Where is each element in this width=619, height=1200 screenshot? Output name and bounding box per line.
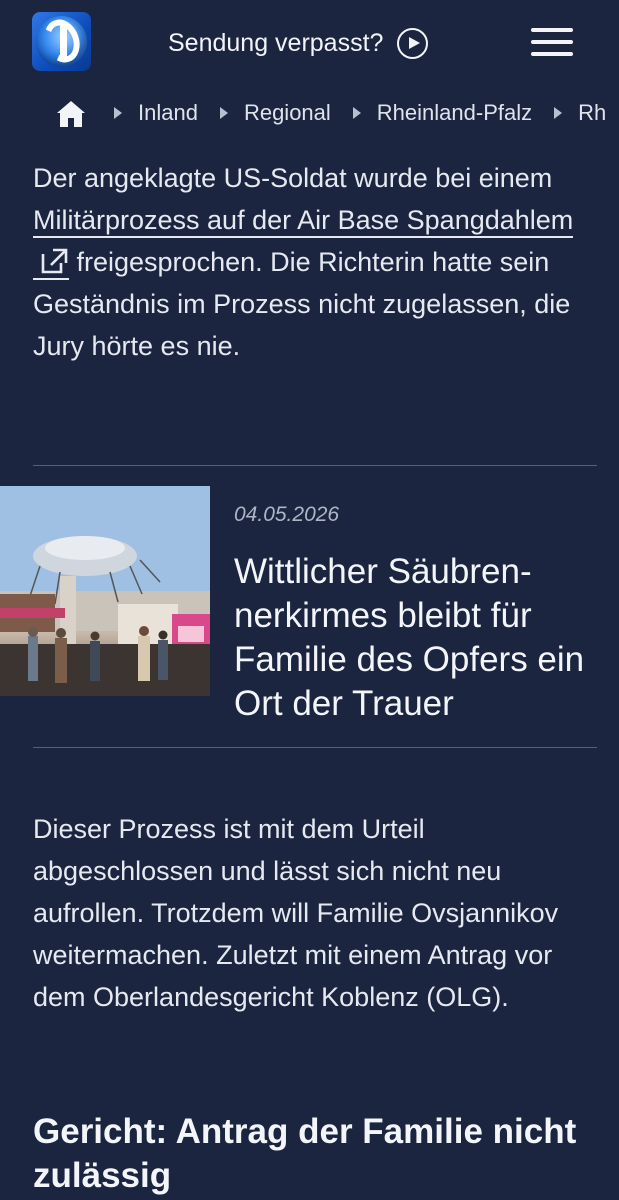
home-icon[interactable] bbox=[55, 98, 87, 130]
breadcrumb-item-regional[interactable]: Regional bbox=[219, 100, 331, 126]
article-paragraph: Der angeklagte US-Soldat wurde bei einem… bbox=[33, 157, 597, 367]
breadcrumb-label: Inland bbox=[138, 100, 198, 125]
chevron-right-icon bbox=[219, 107, 228, 119]
paragraph-text: freigesprochen. Die Richterin hatte sein… bbox=[33, 247, 571, 361]
fairground-ride-image bbox=[0, 486, 210, 696]
chevron-right-icon bbox=[554, 107, 563, 119]
breadcrumb-label: Rheinland-Pfalz bbox=[376, 100, 533, 125]
sendung-verpasst-label: Sendung verpasst? bbox=[168, 28, 384, 57]
divider bbox=[33, 747, 597, 748]
divider bbox=[33, 465, 597, 466]
fairground-illustration bbox=[0, 486, 210, 696]
article-paragraph: Dieser Prozess ist mit dem Urteil abgesc… bbox=[33, 814, 559, 1012]
chevron-right-icon bbox=[114, 107, 122, 119]
site-header: Sendung verpasst? bbox=[0, 0, 619, 84]
breadcrumb: Inland Regional Rheinland-Pfalz Rh bbox=[0, 94, 619, 138]
chevron-right-icon bbox=[352, 107, 361, 119]
breadcrumb-label: Rh bbox=[578, 100, 607, 125]
breadcrumb-item-rheinland-pfalz[interactable]: Rheinland-Pfalz bbox=[352, 100, 533, 126]
logo-one-bar bbox=[60, 24, 67, 60]
paragraph-text: Der angeklagte US-Soldat wurde bei einem bbox=[33, 163, 553, 193]
hamburger-menu-icon[interactable] bbox=[531, 28, 573, 56]
external-link-icon bbox=[41, 248, 68, 274]
section-heading: Gericht: Antrag der Familie nicht zuläss… bbox=[33, 1112, 577, 1195]
breadcrumb-items: Inland Regional Rheinland-Pfalz Rh bbox=[114, 100, 619, 126]
breadcrumb-item-inland[interactable]: Inland bbox=[114, 100, 198, 126]
link-text: Militärprozess auf der Air Base Spangdah… bbox=[33, 205, 574, 235]
breadcrumb-item-rh[interactable]: Rh bbox=[554, 100, 606, 126]
tagesschau-logo[interactable] bbox=[32, 12, 91, 71]
teaser-headline: Wittlicher Säubren-nerkirmes bleibt für … bbox=[234, 552, 585, 723]
play-icon bbox=[397, 27, 429, 59]
related-article-teaser[interactable]: 04.05.2026 Wittlicher Säubren-nerkirmes … bbox=[0, 486, 619, 731]
sendung-verpasst-link[interactable]: Sendung verpasst? bbox=[168, 24, 429, 62]
teaser-date: 04.05.2026 bbox=[234, 503, 340, 526]
breadcrumb-label: Regional bbox=[243, 100, 331, 125]
